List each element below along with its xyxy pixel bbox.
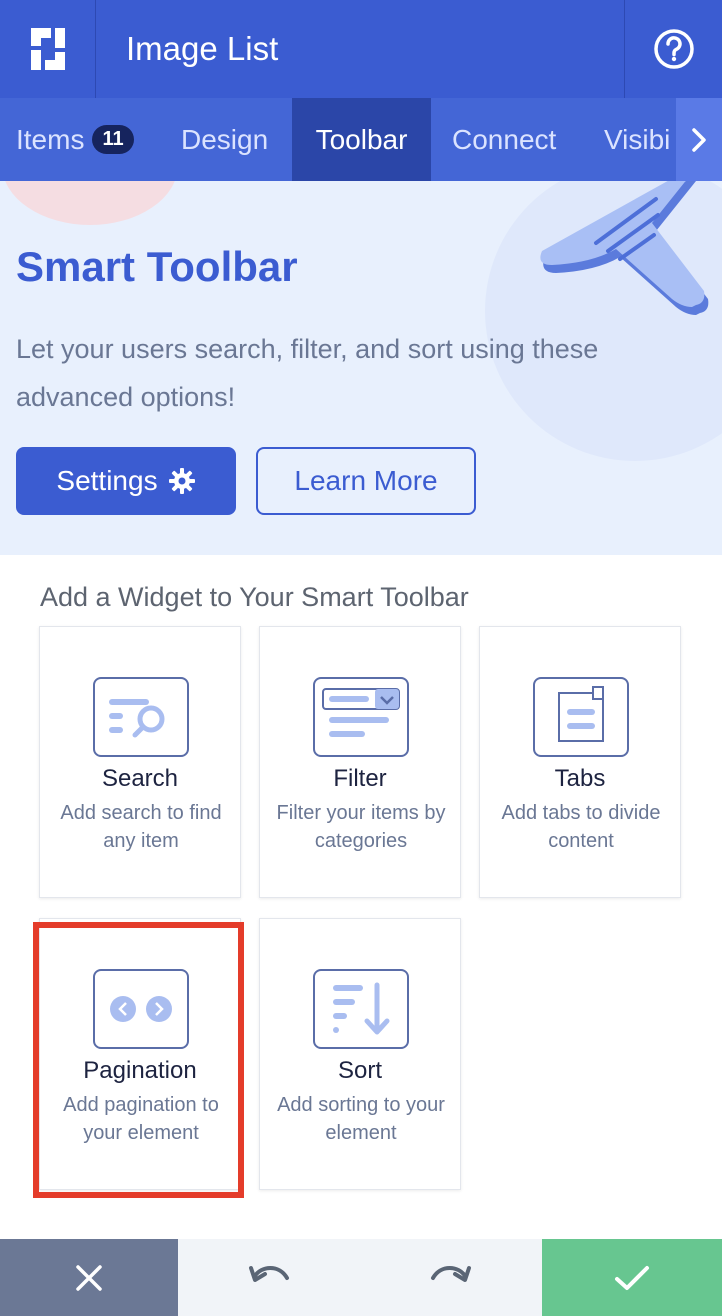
search-widget-icon [93, 677, 189, 757]
tab-design-label: Design [181, 123, 269, 155]
widget-description: Add sorting to your element [277, 1094, 445, 1144]
tabs-widget-card[interactable]: Tabs Add tabs to divide content [479, 626, 681, 898]
sort-widget-icon [313, 969, 409, 1049]
logo-icon[interactable] [0, 0, 96, 98]
widget-description: Add tabs to divide content [501, 802, 661, 852]
tab-visibility[interactable]: Visibi [604, 98, 670, 181]
tab-connect[interactable]: Connect [452, 98, 556, 181]
history-controls [178, 1239, 542, 1316]
widget-name: Tabs [554, 765, 606, 792]
widget-description: Add search to find any item [60, 802, 222, 852]
widget-name: Filter [333, 765, 387, 792]
pagination-highlight-box [33, 922, 244, 1198]
question-circle-icon[interactable] [624, 0, 722, 98]
gear-icon [168, 468, 195, 494]
settings-button-label: Settings [56, 465, 158, 496]
items-count-badge: 11 [92, 125, 134, 154]
tab-visibility-label: Visibi [604, 123, 671, 155]
window-title: Image List [126, 30, 279, 67]
widget-name: Search [101, 765, 179, 792]
decorative-circle [2, 181, 178, 225]
tab-design[interactable]: Design [181, 98, 268, 181]
tab-toolbar[interactable]: Toolbar [292, 98, 431, 181]
tabs-widget-icon [533, 677, 629, 757]
widget-name: Sort [337, 1057, 382, 1084]
hero-description: Let your users search, filter, and sort … [16, 334, 599, 412]
widget-description: Filter your items by categories [276, 802, 446, 852]
check-icon [615, 1265, 649, 1290]
tab-toolbar-label: Toolbar [315, 123, 408, 155]
app-header: Image List [0, 0, 722, 98]
settings-button[interactable]: Settings [16, 447, 236, 515]
tab-items-label: Items [16, 123, 85, 155]
tab-connect-label: Connect [452, 123, 557, 155]
redo-button[interactable] [429, 1260, 473, 1295]
redo-icon [431, 1266, 471, 1282]
filter-illustration-icon [540, 181, 709, 315]
hero-title: Smart Toolbar [16, 243, 298, 290]
confirm-button[interactable] [542, 1239, 722, 1316]
learn-more-button[interactable]: Learn More [256, 447, 476, 515]
tab-items[interactable]: Items 11 [0, 98, 157, 181]
undo-button[interactable] [247, 1260, 291, 1295]
search-widget-card[interactable]: Search Add search to find any item [39, 626, 241, 898]
widgets-section-title: Add a Widget to Your Smart Toolbar [40, 582, 469, 612]
filter-widget-card[interactable]: Filter Filter your items by categories [259, 626, 461, 898]
close-icon [76, 1264, 102, 1291]
filter-widget-icon [313, 677, 409, 757]
footer-bar [0, 1239, 722, 1316]
close-button[interactable] [0, 1239, 178, 1316]
chevron-right-icon[interactable] [676, 98, 722, 181]
undo-icon [249, 1266, 289, 1282]
smart-toolbar-banner: Smart Toolbar Let your users search, fil… [0, 181, 722, 555]
tab-bar: Items 11 Design Toolbar Connect Visibi [0, 98, 722, 181]
sort-widget-card[interactable]: Sort Add sorting to your element [259, 918, 461, 1190]
